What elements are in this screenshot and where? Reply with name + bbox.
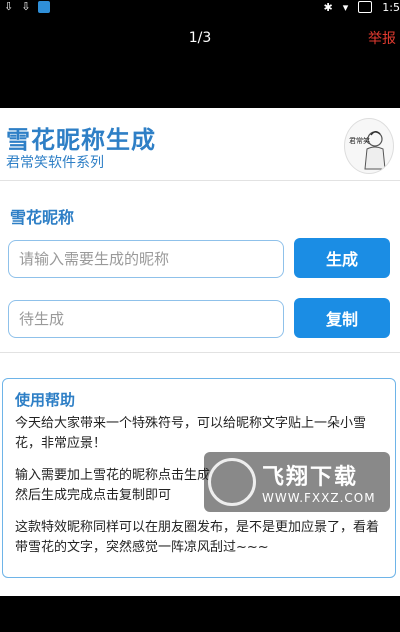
app-title: 雪花昵称生成 [6, 126, 156, 154]
status-left: ⇩ ⇩ [4, 0, 51, 14]
generate-button[interactable]: 生成 [294, 238, 390, 278]
download-icon: ⇩ [4, 0, 14, 13]
watermark: 飞翔下载 WWW.FXXZ.COM [204, 452, 390, 512]
help-title: 使用帮助 [15, 391, 76, 409]
app-subtitle: 君常笑软件系列 [6, 155, 104, 171]
bluetooth-icon: ✱ [323, 0, 333, 14]
app-notification-icon [38, 1, 51, 13]
status-time: 1:5 [382, 0, 400, 14]
battery-icon [358, 1, 373, 13]
result-input[interactable] [8, 300, 284, 338]
logo-figure-icon: 君常笑 [349, 131, 386, 170]
logo-text: 君常笑 [349, 136, 370, 145]
status-right: ✱ ▾ 1:5 [324, 0, 400, 14]
nickname-input[interactable] [8, 240, 284, 278]
section-title: 雪花昵称 [10, 208, 75, 227]
watermark-logo-icon [208, 458, 256, 506]
viewer-header: 1/3 举报 [0, 14, 400, 108]
bottom-bar [0, 596, 400, 632]
divider [0, 352, 400, 353]
watermark-text: 飞翔下载 WWW.FXXZ.COM [262, 459, 376, 505]
copy-button[interactable]: 复制 [294, 298, 390, 338]
wifi-icon: ▾ [342, 0, 349, 14]
app-header: 雪花昵称生成 君常笑软件系列 君常笑 [0, 108, 400, 181]
status-bar: ⇩ ⇩ ✱ ▾ 1:5 [0, 0, 400, 14]
download-icon: ⇩ [21, 0, 31, 13]
app-logo: 君常笑 [344, 118, 394, 174]
help-paragraph: 这款特效昵称同样可以在朋友圈发布，是不是更加应景了，看着带雪花的文字，突然感觉一… [15, 520, 380, 555]
help-paragraph: 今天给大家带来一个特殊符号，可以给昵称文字贴上一朵小雪花，非常应景！ [15, 416, 367, 451]
watermark-url: WWW.FXXZ.COM [262, 491, 376, 505]
page-indicator: 1/3 [188, 30, 212, 46]
app-screen: 雪花昵称生成 君常笑软件系列 君常笑 雪花昵称 生成 复制 使用帮助 今天给大家… [0, 108, 400, 596]
watermark-title: 飞翔下载 [262, 465, 359, 490]
report-link[interactable]: 举报 [368, 28, 396, 48]
